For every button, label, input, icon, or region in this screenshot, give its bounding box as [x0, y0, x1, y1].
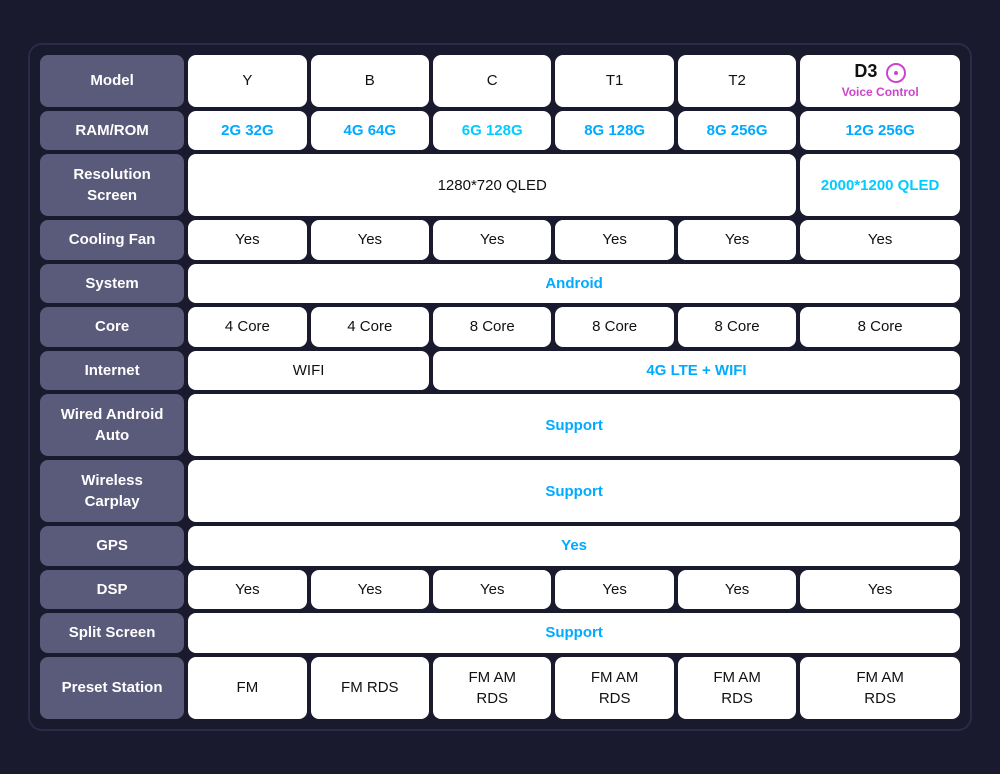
- core-b: 4 Core: [311, 307, 429, 347]
- core-t2: 8 Core: [678, 307, 796, 347]
- resolution-header: ResolutionScreen: [40, 154, 184, 216]
- col-c: C: [433, 55, 551, 107]
- table-wrapper: Model Y B C T1 T2 D3 Voice Control RAM/R…: [28, 43, 972, 731]
- internet-header: Internet: [40, 351, 184, 391]
- dsp-b: Yes: [311, 570, 429, 610]
- cooling-fan-y: Yes: [188, 220, 306, 260]
- preset-station-c: FM AMRDS: [433, 657, 551, 719]
- col-t2: T2: [678, 55, 796, 107]
- dsp-y: Yes: [188, 570, 306, 610]
- dsp-d3: Yes: [800, 570, 960, 610]
- d3-label: D3: [854, 61, 877, 81]
- gps-row: GPS Yes: [40, 526, 960, 566]
- dsp-c: Yes: [433, 570, 551, 610]
- preset-station-d3: FM AMRDS: [800, 657, 960, 719]
- internet-row: Internet WIFI 4G LTE + WIFI: [40, 351, 960, 391]
- core-c: 8 Core: [433, 307, 551, 347]
- preset-station-b: FM RDS: [311, 657, 429, 719]
- system-row: System Android: [40, 264, 960, 304]
- comparison-table: Model Y B C T1 T2 D3 Voice Control RAM/R…: [30, 45, 970, 729]
- ram-rom-c: 6G 128G: [433, 111, 551, 151]
- preset-station-header: Preset Station: [40, 657, 184, 719]
- dsp-row: DSP Yes Yes Yes Yes Yes Yes: [40, 570, 960, 610]
- dsp-t2: Yes: [678, 570, 796, 610]
- gps-header: GPS: [40, 526, 184, 566]
- preset-station-y: FM: [188, 657, 306, 719]
- cooling-fan-c: Yes: [433, 220, 551, 260]
- wired-android-auto-value: Support: [188, 394, 960, 456]
- ram-rom-y: 2G 32G: [188, 111, 306, 151]
- wired-android-auto-header: Wired AndroidAuto: [40, 394, 184, 456]
- ram-rom-t2: 8G 256G: [678, 111, 796, 151]
- system-header: System: [40, 264, 184, 304]
- core-header: Core: [40, 307, 184, 347]
- model-header: Model: [40, 55, 184, 107]
- col-d3: D3 Voice Control: [800, 55, 960, 107]
- cooling-fan-b: Yes: [311, 220, 429, 260]
- ram-rom-row: RAM/ROM 2G 32G 4G 64G 6G 128G 8G 128G 8G…: [40, 111, 960, 151]
- wired-android-auto-row: Wired AndroidAuto Support: [40, 394, 960, 456]
- resolution-main: 1280*720 QLED: [188, 154, 796, 216]
- core-t1: 8 Core: [555, 307, 673, 347]
- internet-wifi: WIFI: [188, 351, 429, 391]
- d3-subtitle: Voice Control: [842, 85, 919, 99]
- wireless-carplay-value: Support: [188, 460, 960, 522]
- core-d3: 8 Core: [800, 307, 960, 347]
- preset-station-t1: FM AMRDS: [555, 657, 673, 719]
- voice-control-icon: [886, 63, 906, 83]
- ram-rom-b: 4G 64G: [311, 111, 429, 151]
- wireless-carplay-row: WirelessCarplay Support: [40, 460, 960, 522]
- system-value: Android: [188, 264, 960, 304]
- col-y: Y: [188, 55, 306, 107]
- resolution-d3: 2000*1200 QLED: [800, 154, 960, 216]
- internet-4g: 4G LTE + WIFI: [433, 351, 960, 391]
- dsp-header: DSP: [40, 570, 184, 610]
- split-screen-value: Support: [188, 613, 960, 653]
- preset-station-t2: FM AMRDS: [678, 657, 796, 719]
- preset-station-row: Preset Station FM FM RDS FM AMRDS FM AMR…: [40, 657, 960, 719]
- ram-rom-t1: 8G 128G: [555, 111, 673, 151]
- cooling-fan-t1: Yes: [555, 220, 673, 260]
- cooling-fan-d3: Yes: [800, 220, 960, 260]
- core-row: Core 4 Core 4 Core 8 Core 8 Core 8 Core …: [40, 307, 960, 347]
- outer-container: Model Y B C T1 T2 D3 Voice Control RAM/R…: [10, 25, 990, 749]
- gps-value: Yes: [188, 526, 960, 566]
- ram-rom-header: RAM/ROM: [40, 111, 184, 151]
- cooling-fan-t2: Yes: [678, 220, 796, 260]
- col-b: B: [311, 55, 429, 107]
- cooling-fan-header: Cooling Fan: [40, 220, 184, 260]
- resolution-row: ResolutionScreen 1280*720 QLED 2000*1200…: [40, 154, 960, 216]
- wireless-carplay-header: WirelessCarplay: [40, 460, 184, 522]
- ram-rom-d3: 12G 256G: [800, 111, 960, 151]
- dsp-t1: Yes: [555, 570, 673, 610]
- split-screen-row: Split Screen Support: [40, 613, 960, 653]
- header-row: Model Y B C T1 T2 D3 Voice Control: [40, 55, 960, 107]
- cooling-fan-row: Cooling Fan Yes Yes Yes Yes Yes Yes: [40, 220, 960, 260]
- split-screen-header: Split Screen: [40, 613, 184, 653]
- core-y: 4 Core: [188, 307, 306, 347]
- col-t1: T1: [555, 55, 673, 107]
